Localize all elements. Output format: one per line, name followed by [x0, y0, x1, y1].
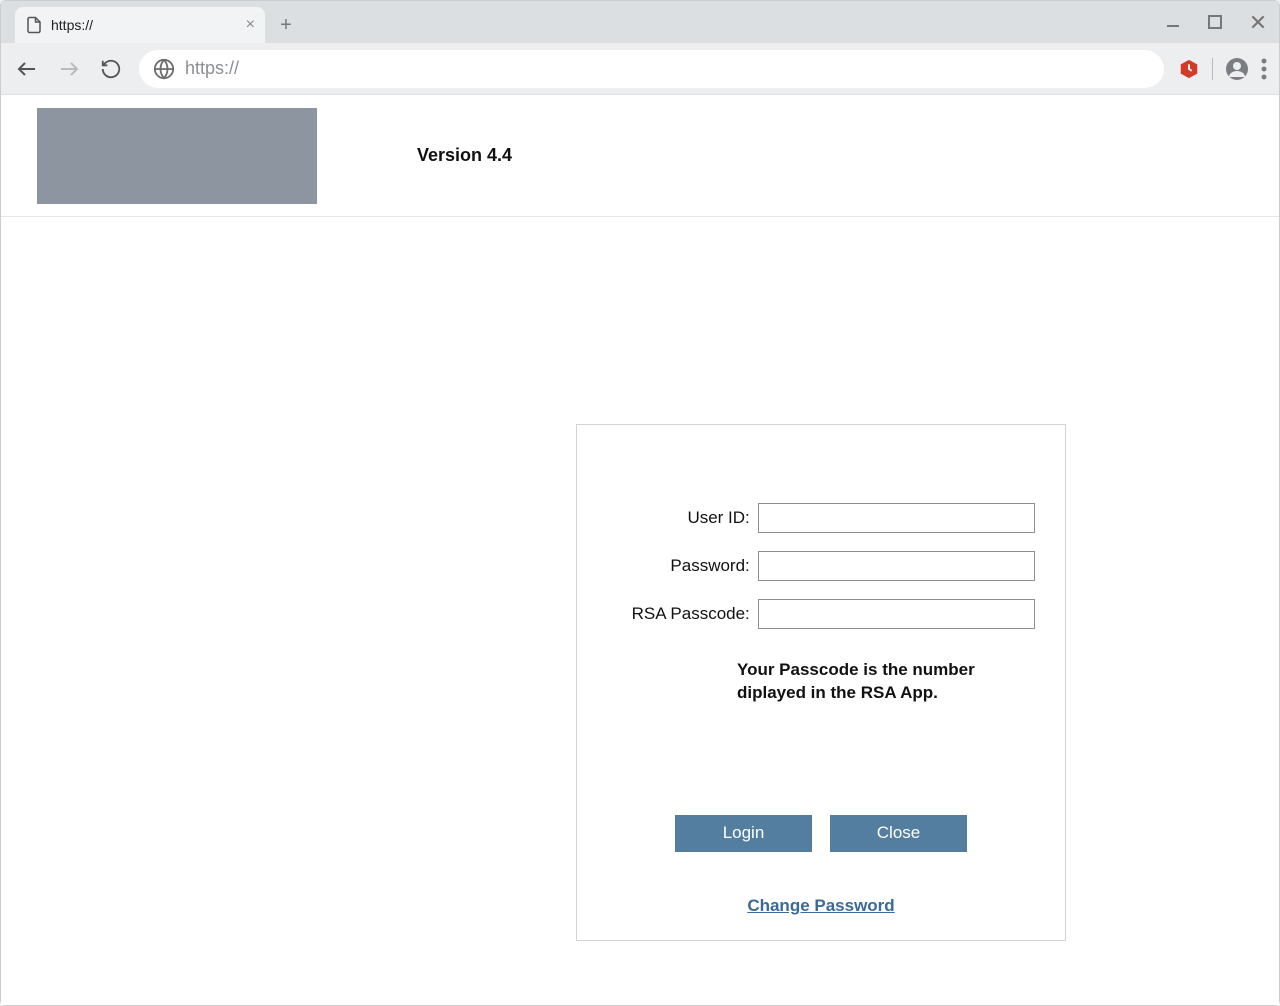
password-label: Password: — [607, 556, 758, 576]
tab-title: https:// — [51, 17, 238, 33]
browser-window: https:// × + — [0, 0, 1280, 1006]
login-panel: User ID: Password: RSA Passcode: Your Pa… — [576, 424, 1066, 941]
browser-toolbar — [1, 43, 1279, 95]
menu-icon[interactable] — [1261, 58, 1267, 80]
reload-button[interactable] — [97, 55, 125, 83]
tab-bar: https:// × + — [1, 1, 1279, 43]
tab-close-icon[interactable]: × — [246, 17, 255, 33]
change-password-link[interactable]: Change Password — [607, 896, 1035, 916]
page-header: Version 4.4 — [1, 95, 1279, 217]
close-window-icon[interactable] — [1249, 13, 1267, 31]
user-id-row: User ID: — [607, 503, 1035, 533]
password-input[interactable] — [758, 551, 1035, 581]
page-icon — [25, 16, 43, 34]
minimize-icon[interactable] — [1165, 14, 1181, 30]
rsa-label: RSA Passcode: — [607, 604, 758, 624]
user-id-input[interactable] — [758, 503, 1035, 533]
user-id-label: User ID: — [607, 508, 758, 528]
toolbar-divider — [1212, 58, 1213, 80]
password-row: Password: — [607, 551, 1035, 581]
window-controls — [1165, 1, 1267, 43]
profile-icon[interactable] — [1225, 57, 1249, 81]
toolbar-right — [1178, 57, 1267, 81]
new-tab-button[interactable]: + — [271, 10, 301, 40]
maximize-icon[interactable] — [1207, 14, 1223, 30]
globe-icon — [153, 58, 175, 80]
rsa-passcode-input[interactable] — [758, 599, 1035, 629]
button-row: Login Close — [607, 815, 1035, 852]
page-content: Version 4.4 User ID: Password: RSA Passc… — [1, 95, 1279, 1005]
rsa-row: RSA Passcode: — [607, 599, 1035, 629]
login-button[interactable]: Login — [675, 815, 812, 852]
shield-icon[interactable] — [1178, 58, 1200, 80]
back-button[interactable] — [13, 55, 41, 83]
logo-placeholder — [37, 108, 317, 204]
version-label: Version 4.4 — [417, 145, 512, 166]
forward-button[interactable] — [55, 55, 83, 83]
browser-tab[interactable]: https:// × — [15, 7, 265, 43]
url-input[interactable] — [185, 58, 1150, 79]
passcode-hint: Your Passcode is the number diplayed in … — [737, 659, 1035, 705]
close-button[interactable]: Close — [830, 815, 967, 852]
address-bar[interactable] — [139, 50, 1164, 88]
